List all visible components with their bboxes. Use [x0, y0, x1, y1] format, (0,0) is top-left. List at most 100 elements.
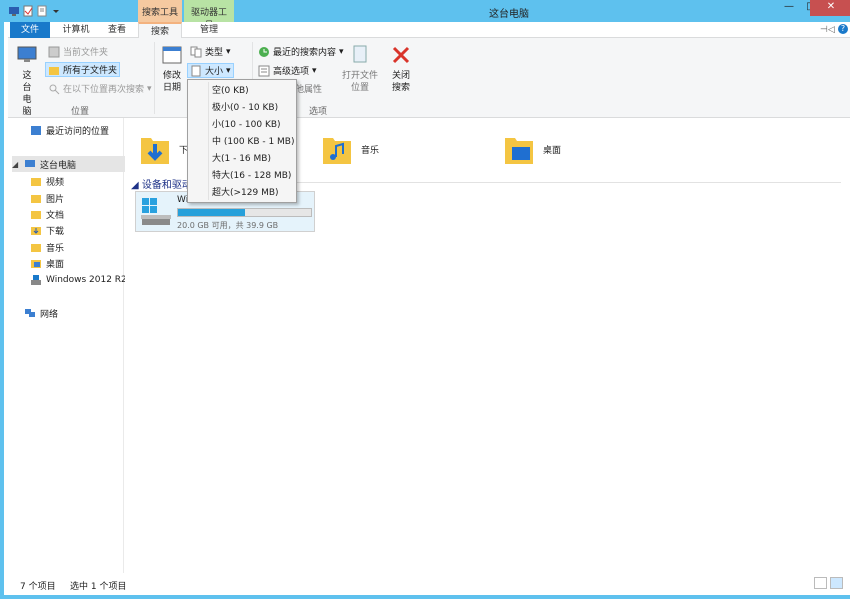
this-pc-button[interactable]: 这台电脑	[14, 44, 40, 118]
properties-icon[interactable]	[22, 5, 34, 17]
all-subfolders-button[interactable]: 所有子文件夹	[45, 62, 121, 77]
nav-item-videos[interactable]: 视频	[30, 173, 64, 189]
nav-item-label: Windows 2012 R2	[46, 275, 127, 285]
folder-item[interactable]: 桌面	[503, 132, 561, 166]
group-options-label: 选项	[308, 107, 327, 117]
current-folder-icon	[48, 46, 60, 57]
search-again-label: 在以下位置再次搜索	[63, 85, 145, 95]
status-bar: 7 个项目 选中 1 个项目	[8, 573, 850, 595]
drive-free-space: 20.0 GB 可用，共 39.9 GB	[177, 221, 279, 230]
this-pc-icon	[17, 46, 37, 62]
nav-item-label: 图片	[46, 194, 65, 205]
recent-searches-icon	[259, 46, 269, 57]
date-modified-label: 修改日期	[162, 71, 181, 93]
close-search-label: 关闭搜索	[391, 71, 410, 93]
collapse-chevron-icon: ◢	[131, 180, 139, 191]
current-folder-button[interactable]: 当前文件夹	[46, 44, 110, 59]
size-menu-item[interactable]: 极小(0 - 10 KB)	[188, 100, 296, 117]
advanced-options-label: 高级选项	[273, 67, 310, 77]
nav-item-downloads[interactable]: 下载	[30, 222, 64, 238]
size-menu-item[interactable]: 空(0 KB)	[188, 83, 296, 100]
advanced-options-icon	[258, 65, 270, 76]
customize-dropdown-icon[interactable]	[50, 5, 62, 17]
size-button[interactable]: 大小 ▾	[187, 63, 234, 78]
desktop-icon	[31, 260, 41, 268]
title-bar: 搜索工具 驱动器工具 这台电脑 — □ ✕	[4, 0, 850, 31]
kind-icon	[190, 46, 202, 57]
tab-manage[interactable]: 管理	[184, 22, 234, 38]
item-count: 7 个项目	[20, 582, 56, 592]
minimize-ribbon-icon[interactable]: ⊣◁	[820, 25, 835, 35]
collapse-chevron-icon[interactable]: ◢	[12, 160, 20, 169]
nav-item-pictures[interactable]: 图片	[30, 190, 64, 206]
help-icon[interactable]: ?	[838, 24, 848, 34]
nav-item-label: 桌面	[46, 259, 65, 270]
window-title: 这台电脑	[489, 9, 529, 20]
chevron-down-icon: ▾	[147, 83, 152, 94]
folder-label: 音乐	[361, 145, 380, 156]
folder-label: 桌面	[543, 145, 562, 156]
close-button[interactable]: ✕	[810, 0, 850, 16]
search-again-icon	[49, 84, 60, 94]
date-modified-button[interactable]: 修改日期	[158, 44, 186, 94]
drive-usage-bar	[177, 208, 312, 217]
search-again-button[interactable]: 在以下位置再次搜索 ▾	[46, 81, 154, 96]
advanced-options-button[interactable]: 高级选项 ▾	[256, 63, 319, 78]
explorer-window: 搜索工具 驱动器工具 这台电脑 — □ ✕ 文件 计算机 查看 搜索 管理 ⊣◁…	[0, 0, 850, 599]
music-icon	[31, 244, 41, 252]
size-menu-item[interactable]: 特大(16 - 128 MB)	[188, 168, 296, 185]
navigation-pane: 最近访问的位置 ◢ 这台电脑 视频 图片 文档 下载 音乐 桌面 Windows…	[8, 118, 127, 573]
nav-item-music[interactable]: 音乐	[30, 239, 64, 255]
computer-icon[interactable]	[8, 5, 20, 17]
tab-computer[interactable]: 计算机	[56, 22, 96, 38]
details-view-icon[interactable]	[814, 577, 827, 589]
nav-item-label: 网络	[40, 309, 59, 320]
current-folder-label: 当前文件夹	[63, 48, 109, 58]
nav-item-recent[interactable]: 最近访问的位置	[30, 122, 109, 138]
nav-item-label: 音乐	[46, 243, 65, 254]
size-menu-item[interactable]: 大(1 - 16 MB)	[188, 151, 296, 168]
downloads-icon	[31, 227, 41, 235]
group-location-label: 位置	[70, 107, 89, 117]
documents-icon	[31, 211, 41, 219]
size-dropdown-menu: 空(0 KB) 极小(0 - 10 KB) 小(10 - 100 KB) 中 (…	[187, 79, 297, 203]
drive-usage-fill	[178, 209, 245, 216]
this-pc-label: 这台电脑	[22, 71, 32, 117]
group-divider	[221, 182, 841, 183]
size-menu-item[interactable]: 小(10 - 100 KB)	[188, 117, 296, 134]
selected-count: 选中 1 个项目	[70, 582, 127, 592]
nav-item-label: 这台电脑	[40, 160, 77, 171]
ribbon: 这台电脑 当前文件夹 所有子文件夹 在以下位置再次搜索 ▾ 位置 修改日期 类型…	[8, 38, 850, 118]
drive-icon	[31, 275, 41, 285]
search-tools-context-tab: 搜索工具	[138, 0, 182, 22]
pictures-icon	[31, 195, 41, 203]
tab-search[interactable]: 搜索	[138, 22, 182, 39]
drive-tools-context-tab: 驱动器工具	[184, 0, 234, 31]
kind-label: 类型	[205, 48, 224, 58]
tab-view[interactable]: 查看	[97, 22, 137, 38]
nav-item-documents[interactable]: 文档	[30, 206, 64, 222]
kind-button[interactable]: 类型 ▾	[188, 44, 233, 59]
this-pc-icon	[25, 160, 35, 167]
calendar-icon	[162, 46, 182, 64]
chevron-down-icon: ▾	[226, 46, 231, 57]
size-menu-item[interactable]: 超大(>129 MB)	[188, 185, 296, 202]
large-icons-view-icon[interactable]	[830, 577, 843, 589]
nav-item-label: 下载	[46, 226, 65, 237]
nav-item-label: 视频	[46, 177, 65, 188]
size-icon	[191, 65, 201, 76]
open-file-location-button[interactable]: 打开文件位置	[340, 44, 380, 94]
folder-item[interactable]: 音乐	[321, 132, 379, 166]
recent-searches-button[interactable]: 最近的搜索内容 ▾	[256, 44, 346, 59]
tab-file[interactable]: 文件	[10, 22, 50, 38]
nav-item-desktop[interactable]: 桌面	[30, 255, 64, 271]
nav-item-drive[interactable]: Windows 2012 R2	[30, 272, 127, 288]
minimize-button[interactable]: —	[778, 0, 800, 16]
size-menu-item[interactable]: 中 (100 KB - 1 MB)	[188, 134, 296, 151]
nav-item-network[interactable]: 网络	[24, 305, 58, 321]
close-search-button[interactable]: 关闭搜索	[390, 44, 412, 94]
quick-access-toolbar	[8, 3, 62, 19]
all-subfolders-label: 所有子文件夹	[63, 66, 118, 76]
new-folder-icon[interactable]	[36, 5, 48, 17]
nav-item-this-pc[interactable]: ◢ 这台电脑	[12, 156, 126, 172]
